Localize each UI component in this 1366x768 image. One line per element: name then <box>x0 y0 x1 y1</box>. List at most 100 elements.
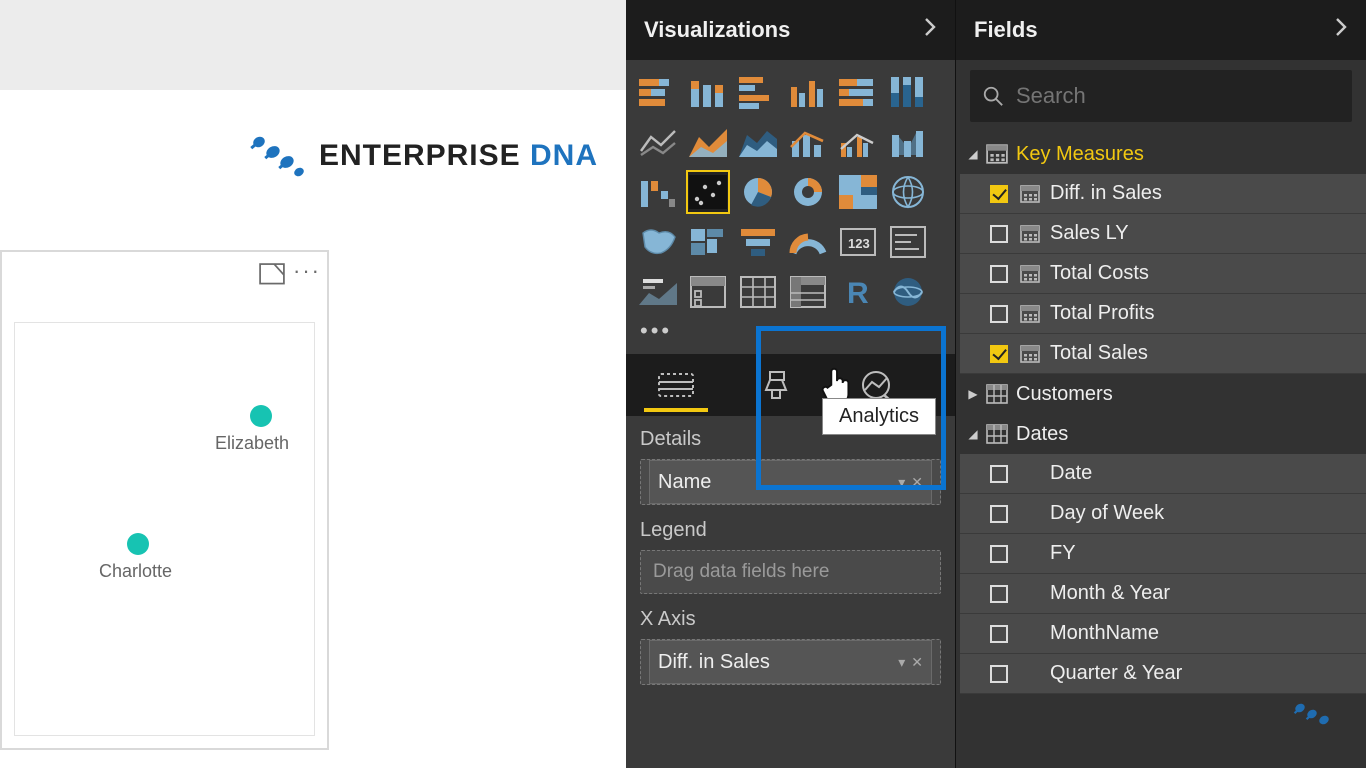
visualizations-pane: Visualizations 123 <box>626 0 956 768</box>
scatter-plot-area[interactable]: Elizabeth Charlotte <box>14 322 315 736</box>
pill-remove-icon[interactable]: ✕ <box>911 654 923 671</box>
pill-name[interactable]: Name ▾✕ <box>649 460 932 504</box>
viz-treemap[interactable] <box>836 170 880 214</box>
expand-caret-icon[interactable]: ▶ <box>964 387 982 401</box>
viz-shape-map[interactable] <box>686 220 730 264</box>
report-canvas[interactable]: ENTERPRISE DNA ··· Elizabeth Charlotte <box>0 90 626 768</box>
well-xaxis-label: X Axis <box>640 608 941 631</box>
viz-multirow-card[interactable] <box>886 220 930 264</box>
viz-line-clustered-column[interactable] <box>836 120 880 164</box>
field-checkbox[interactable] <box>990 505 1008 523</box>
data-label: Elizabeth <box>215 433 289 454</box>
viz-clustered-bar[interactable] <box>736 70 780 114</box>
field-fy[interactable]: FY <box>960 534 1366 574</box>
viz-stacked-area[interactable] <box>736 120 780 164</box>
fields-search[interactable] <box>970 70 1352 122</box>
viz-more-icon[interactable]: ••• <box>626 314 955 354</box>
viz-100-stacked-column[interactable] <box>886 70 930 114</box>
viz-pie[interactable] <box>736 170 780 214</box>
collapse-pane-icon[interactable] <box>1334 17 1348 43</box>
field-date[interactable]: Date <box>960 454 1366 494</box>
data-point-elizabeth[interactable] <box>250 405 272 427</box>
table-label: Customers <box>1016 383 1113 406</box>
viz-donut[interactable] <box>786 170 830 214</box>
field-wells: Details Name ▾✕ Legend Drag data fields … <box>626 416 955 685</box>
table-dates[interactable]: ◢ Dates <box>960 414 1366 454</box>
viz-arcgis[interactable] <box>886 270 930 314</box>
field-checkbox[interactable] <box>990 225 1008 243</box>
pill-remove-icon[interactable]: ✕ <box>911 474 923 491</box>
field-total-profits[interactable]: Total Profits <box>960 294 1366 334</box>
viz-map[interactable] <box>886 170 930 214</box>
brand-text-a: ENTERPRISE <box>319 139 521 172</box>
field-checkbox[interactable] <box>990 265 1008 283</box>
field-label: MonthName <box>1050 622 1159 645</box>
pill-diff-in-sales[interactable]: Diff. in Sales ▾✕ <box>649 640 932 684</box>
scatter-visual-frame[interactable]: ··· Elizabeth Charlotte <box>0 250 329 750</box>
viz-slicer[interactable] <box>686 270 730 314</box>
viz-stacked-column[interactable] <box>686 70 730 114</box>
collapse-pane-icon[interactable] <box>923 17 937 43</box>
svg-text:123: 123 <box>848 236 870 251</box>
data-label: Charlotte <box>99 561 172 582</box>
focus-mode-icon[interactable] <box>259 263 285 285</box>
field-diff-in-sales[interactable]: Diff. in Sales <box>960 174 1366 214</box>
expand-caret-icon[interactable]: ◢ <box>964 427 982 441</box>
viz-waterfall[interactable] <box>636 170 680 214</box>
viz-r-script[interactable]: R <box>836 270 880 314</box>
table-label: Key Measures <box>1016 143 1144 166</box>
viz-stacked-bar[interactable] <box>636 70 680 114</box>
visualizations-header: Visualizations <box>626 0 955 60</box>
field-checkbox[interactable] <box>990 545 1008 563</box>
field-checkbox[interactable] <box>990 665 1008 683</box>
viz-line[interactable] <box>636 120 680 164</box>
field-checkbox[interactable] <box>990 625 1008 643</box>
viz-funnel[interactable] <box>736 220 780 264</box>
viz-kpi[interactable] <box>636 270 680 314</box>
table-customers[interactable]: ▶ Customers <box>960 374 1366 414</box>
field-monthname[interactable]: MonthName <box>960 614 1366 654</box>
table-label: Dates <box>1016 423 1068 446</box>
field-label: FY <box>1050 542 1076 565</box>
calculator-icon <box>1020 225 1040 243</box>
field-day-of-week[interactable]: Day of Week <box>960 494 1366 534</box>
visual-more-options[interactable]: ··· <box>293 258 321 290</box>
viz-line-stacked-column[interactable] <box>786 120 830 164</box>
field-checkbox[interactable] <box>990 465 1008 483</box>
dna-logo-icon <box>245 130 305 182</box>
field-checkbox[interactable] <box>990 345 1008 363</box>
viz-filled-map[interactable] <box>636 220 680 264</box>
well-xaxis[interactable]: Diff. in Sales ▾✕ <box>640 639 941 685</box>
viz-table[interactable] <box>736 270 780 314</box>
well-legend[interactable]: Drag data fields here <box>640 550 941 594</box>
data-point-charlotte[interactable] <box>127 533 149 555</box>
field-checkbox[interactable] <box>990 585 1008 603</box>
tab-format[interactable] <box>726 354 826 416</box>
search-input[interactable] <box>1016 83 1340 109</box>
table-key-measures[interactable]: ◢ Key Measures <box>960 134 1366 174</box>
viz-scatter[interactable] <box>686 170 730 214</box>
pill-dropdown-icon[interactable]: ▾ <box>898 654 905 671</box>
well-details[interactable]: Name ▾✕ <box>640 459 941 505</box>
viz-gauge[interactable] <box>786 220 830 264</box>
field-sales-ly[interactable]: Sales LY <box>960 214 1366 254</box>
viz-100-stacked-bar[interactable] <box>836 70 880 114</box>
field-quarter-year[interactable]: Quarter & Year <box>960 654 1366 694</box>
field-total-sales[interactable]: Total Sales <box>960 334 1366 374</box>
field-checkbox[interactable] <box>990 305 1008 323</box>
field-checkbox[interactable] <box>990 185 1008 203</box>
viz-clustered-column[interactable] <box>786 70 830 114</box>
viz-area[interactable] <box>686 120 730 164</box>
viz-card[interactable]: 123 <box>836 220 880 264</box>
field-label: Total Costs <box>1050 262 1149 285</box>
viz-ribbon[interactable] <box>886 120 930 164</box>
field-month-year[interactable]: Month & Year <box>960 574 1366 614</box>
expand-caret-icon[interactable]: ◢ <box>964 147 982 161</box>
field-total-costs[interactable]: Total Costs <box>960 254 1366 294</box>
calculator-icon <box>1020 305 1040 323</box>
measure-table-icon <box>986 144 1008 164</box>
tab-fields[interactable] <box>626 354 726 416</box>
field-label: Quarter & Year <box>1050 662 1182 685</box>
viz-matrix[interactable] <box>786 270 830 314</box>
pill-dropdown-icon[interactable]: ▾ <box>898 474 905 491</box>
